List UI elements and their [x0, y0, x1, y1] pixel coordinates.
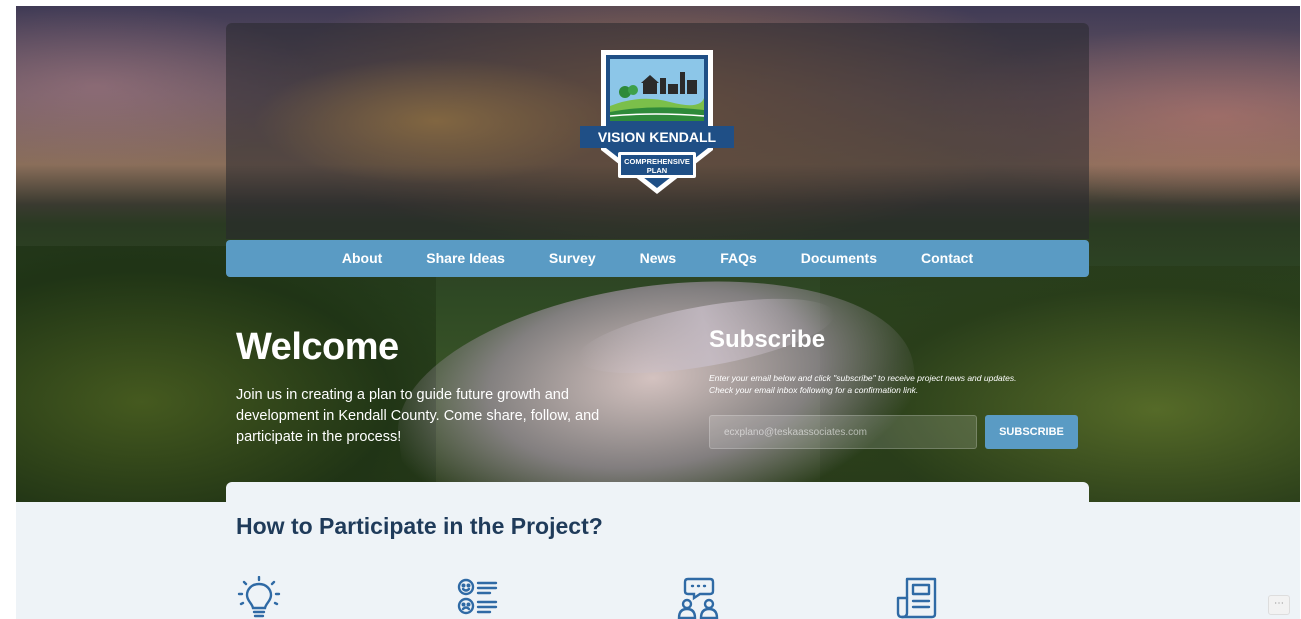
welcome-text: Join us in creating a plan to guide futu…	[236, 387, 600, 445]
logo-name: VISION KENDALL	[598, 129, 717, 145]
more-options-button[interactable]: ⋯	[1268, 595, 1290, 615]
logo-tagline-1: COMPREHENSIVE	[624, 157, 690, 166]
participate-card	[226, 482, 1089, 619]
subscribe-instructions-line-2: Check your email inbox following for a c…	[709, 385, 919, 395]
survey-faces-icon[interactable]	[456, 576, 502, 619]
hero-trees-left	[16, 246, 436, 502]
subscribe-button[interactable]: SUBSCRIBE	[985, 415, 1078, 449]
nav-documents[interactable]: Documents	[779, 240, 899, 277]
logo-tagline-2: PLAN	[647, 166, 667, 175]
discussion-people-icon[interactable]	[676, 576, 722, 619]
nav-contact[interactable]: Contact	[899, 240, 995, 277]
nav-faqs[interactable]: FAQs	[698, 240, 779, 277]
lightbulb-icon[interactable]	[236, 576, 282, 619]
main-nav: About Share Ideas Survey News FAQs Docum…	[226, 240, 1089, 277]
subscribe-title: Subscribe	[709, 326, 826, 353]
welcome-title: Welcome	[236, 326, 399, 368]
nav-about[interactable]: About	[320, 240, 404, 277]
vision-kendall-logo[interactable]: VISION KENDALL COMPREHENSIVE PLAN	[580, 46, 734, 198]
nav-survey[interactable]: Survey	[527, 240, 618, 277]
newsletter-icon[interactable]	[894, 576, 940, 619]
participate-title: How to Participate in the Project?	[236, 513, 603, 539]
email-input[interactable]	[709, 415, 977, 449]
subscribe-instructions: Enter your email below and click "subscr…	[709, 372, 1069, 396]
nav-share-ideas[interactable]: Share Ideas	[404, 240, 527, 277]
subscribe-instructions-line-1: Enter your email below and click "subscr…	[709, 373, 1017, 383]
nav-news[interactable]: News	[618, 240, 699, 277]
